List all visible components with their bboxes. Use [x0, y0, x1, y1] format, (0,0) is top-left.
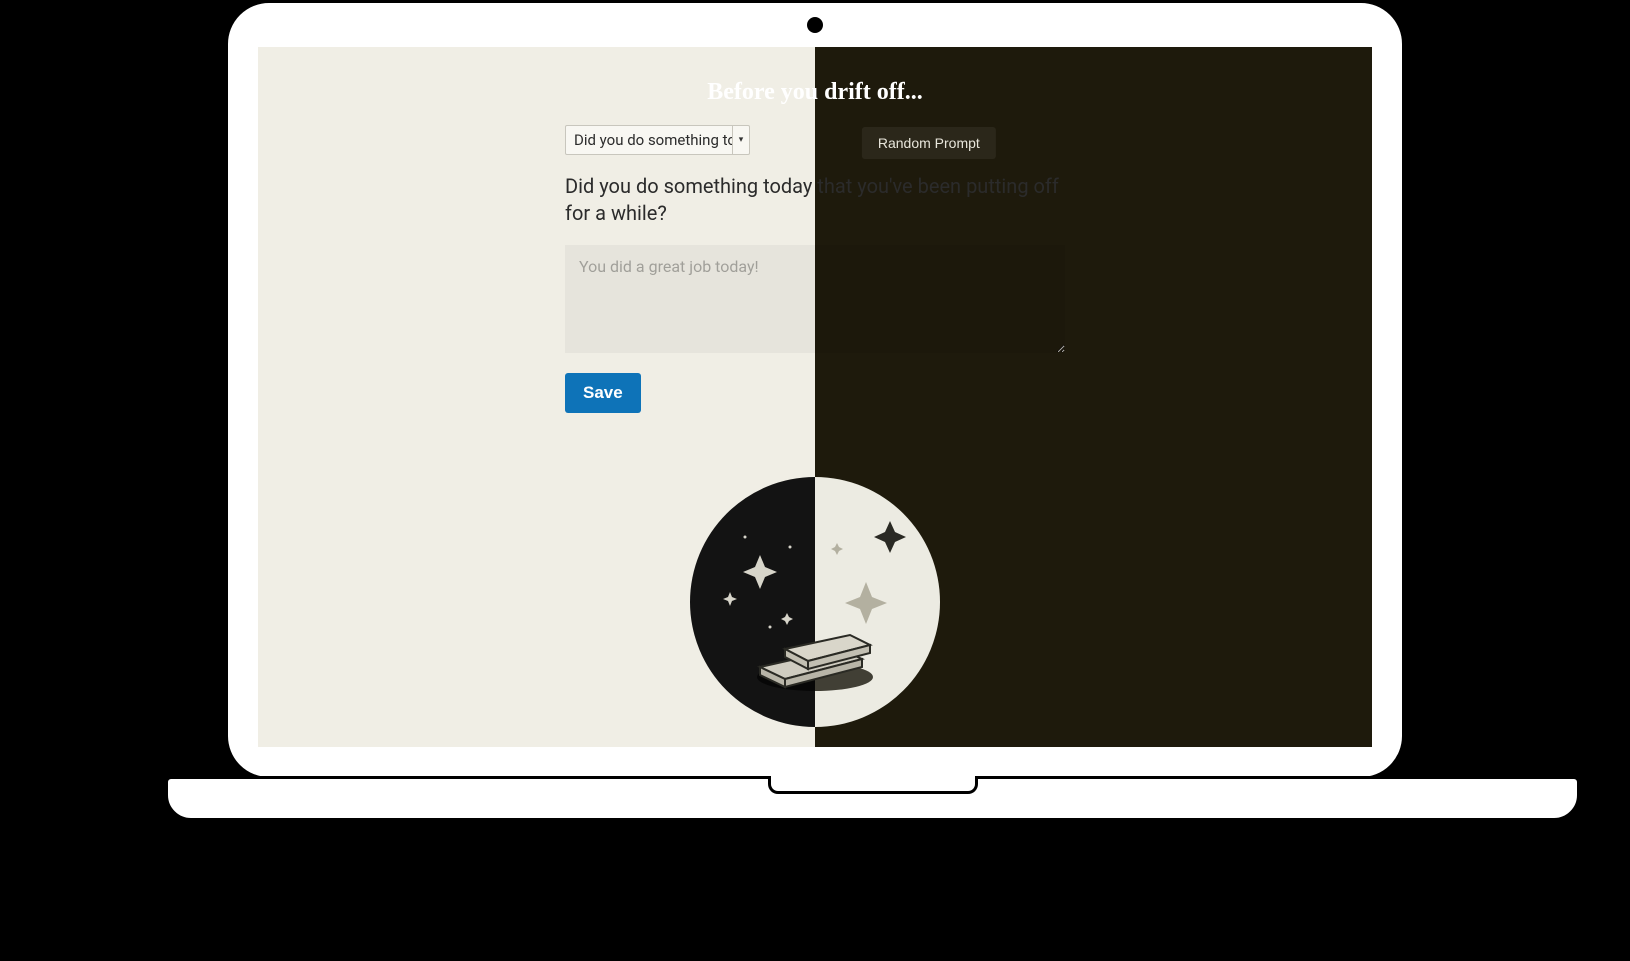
laptop-lid: Before you drift off... Random Prompt Di…: [225, 0, 1405, 780]
camera-dot: [807, 17, 823, 33]
prompt-select[interactable]: Did you do something to ▾: [565, 125, 750, 155]
app-screen: Before you drift off... Random Prompt Di…: [258, 47, 1372, 747]
save-button[interactable]: Save: [565, 373, 641, 413]
chevron-down-icon: ▾: [732, 126, 749, 154]
page-title: Before you drift off...: [258, 79, 1372, 106]
laptop-base: [165, 776, 1580, 821]
prompt-question: Did you do something today that you've b…: [565, 173, 1065, 227]
trackpad-notch: [768, 776, 978, 794]
prompt-form: Did you do something to ▾ Did you do som…: [565, 125, 1065, 413]
books-illustration: [690, 477, 940, 727]
answer-textarea[interactable]: [565, 245, 1065, 353]
prompt-select-value: Did you do something to: [566, 126, 732, 154]
laptop-frame: Before you drift off... Random Prompt Di…: [165, 0, 1465, 821]
journal-app: Before you drift off... Random Prompt Di…: [258, 47, 1372, 747]
